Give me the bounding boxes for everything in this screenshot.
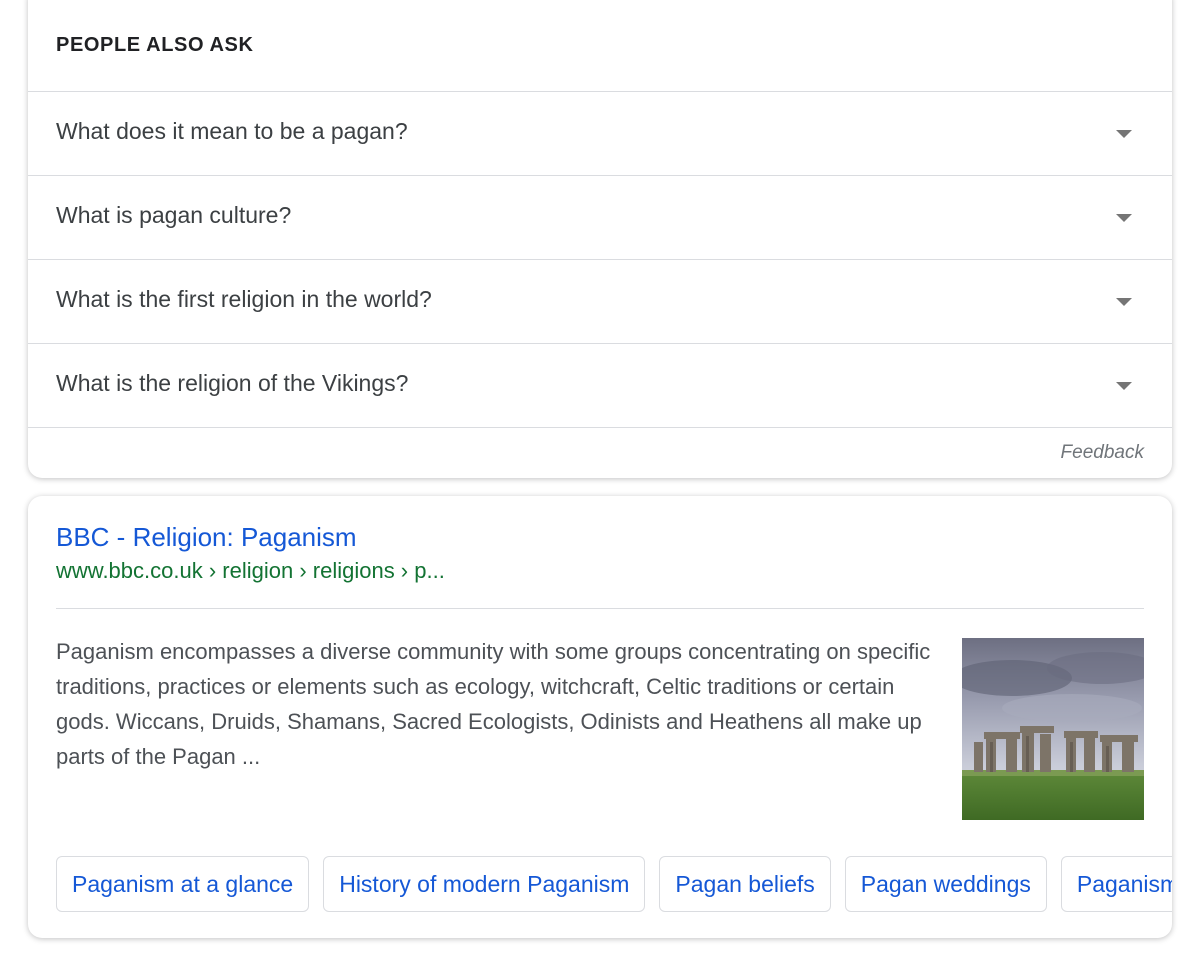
chevron-down-icon bbox=[1116, 214, 1132, 222]
stonehenge-image[interactable] bbox=[962, 638, 1144, 820]
feedback-row: Feedback bbox=[28, 427, 1172, 478]
chip-pagan-beliefs[interactable]: Pagan beliefs bbox=[659, 856, 831, 912]
people-also-ask-card: PEOPLE ALSO ASK What does it mean to be … bbox=[28, 0, 1172, 478]
search-result-card: BBC - Religion: Paganism www.bbc.co.uk ›… bbox=[28, 496, 1172, 938]
chevron-down-icon bbox=[1116, 382, 1132, 390]
question-item-3[interactable]: What is the first religion in the world? bbox=[28, 259, 1172, 344]
chevron-down-icon bbox=[1116, 130, 1132, 138]
question-item-2[interactable]: What is pagan culture? bbox=[28, 175, 1172, 260]
question-text: What is the first religion in the world? bbox=[56, 286, 432, 312]
result-url[interactable]: www.bbc.co.uk › religion › religions › p… bbox=[56, 558, 445, 584]
question-text: What does it mean to be a pagan? bbox=[56, 118, 408, 144]
chip-paganism-at-a-glance[interactable]: Paganism at a glance bbox=[56, 856, 310, 912]
question-item-4[interactable]: What is the religion of the Vikings? bbox=[28, 343, 1172, 428]
stonehenge-thumbnail bbox=[962, 638, 1144, 820]
people-also-ask-heading: PEOPLE ALSO ASK bbox=[56, 34, 254, 56]
chevron-down-icon bbox=[1116, 298, 1132, 306]
sitelink-chips: Paganism at a glance History of modern Pa… bbox=[56, 856, 1172, 912]
feedback-link[interactable]: Feedback bbox=[1061, 442, 1144, 464]
question-text: What is the religion of the Vikings? bbox=[56, 370, 409, 396]
chip-pagan-weddings[interactable]: Pagan weddings bbox=[844, 856, 1047, 912]
result-snippet: Paganism encompasses a diverse community… bbox=[56, 639, 931, 769]
result-title-link[interactable]: BBC - Religion: Paganism bbox=[56, 522, 357, 553]
divider bbox=[56, 608, 1144, 609]
question-item-1[interactable]: What does it mean to be a pagan? bbox=[28, 91, 1172, 176]
chip-paganism[interactable]: Paganism bbox=[1060, 856, 1172, 912]
question-text: What is pagan culture? bbox=[56, 202, 292, 228]
chip-history-of-modern-paganism[interactable]: History of modern Paganism bbox=[323, 856, 646, 912]
